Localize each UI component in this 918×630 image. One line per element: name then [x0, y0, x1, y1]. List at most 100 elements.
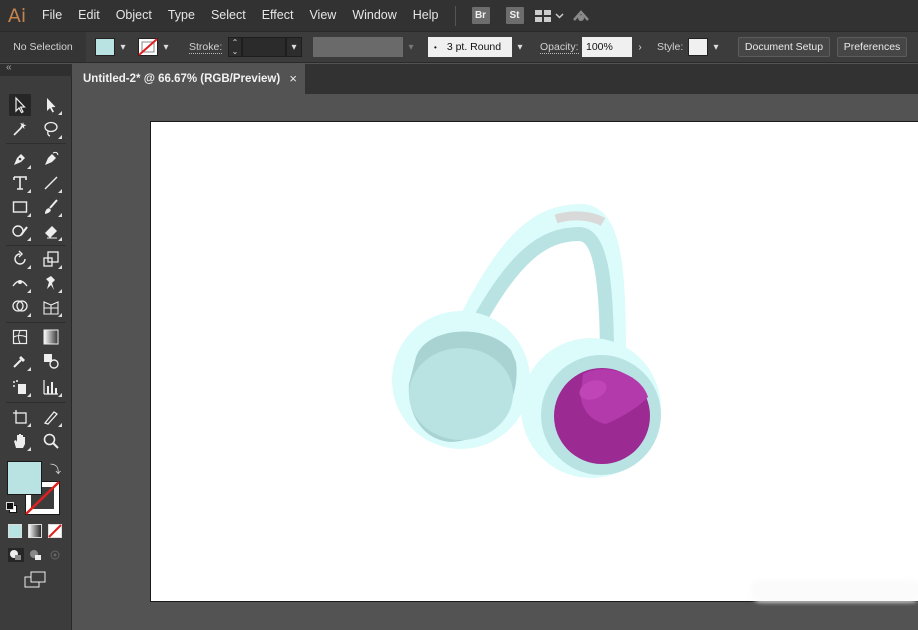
eraser-tool[interactable] [40, 220, 62, 242]
swap-fill-stroke-icon[interactable]: ⤵ [50, 461, 61, 477]
menu-bar: Ai File Edit Object Type Select Effect V… [0, 0, 918, 31]
gradient-tool[interactable] [40, 326, 62, 348]
artboard-tool[interactable] [9, 406, 31, 428]
lasso-tool[interactable] [40, 118, 62, 140]
chevron-right-icon[interactable]: › [632, 37, 648, 57]
graphic-style-control[interactable]: ▾ [688, 32, 724, 62]
stroke-swatch-control[interactable]: ▾ [138, 32, 174, 62]
rotate-tool[interactable] [9, 248, 31, 270]
selection-status-text: No Selection [13, 41, 73, 53]
perspective-grid-tool[interactable] [40, 296, 62, 318]
document-tab-strip: Untitled-2* @ 66.67% (RGB/Preview) × [73, 64, 918, 94]
chevron-down-icon[interactable] [554, 0, 566, 31]
chevron-down-icon[interactable]: ▾ [286, 37, 302, 57]
stroke-label-wrap: Stroke: [189, 32, 223, 62]
default-fill-stroke-icon[interactable] [6, 502, 17, 513]
watermark-overlay [751, 580, 918, 602]
style-label-wrap: Style: [657, 32, 683, 62]
menu-type[interactable]: Type [160, 0, 203, 31]
type-tool[interactable] [9, 172, 31, 194]
gpu-performance-icon[interactable] [566, 0, 596, 31]
stroke-label[interactable]: Stroke: [189, 41, 223, 54]
preferences-button[interactable]: Preferences [837, 37, 907, 57]
shaper-tool[interactable] [9, 220, 31, 242]
control-bar: No Selection ▾ ▾ Stroke: ⌃ ⌄ ▾ ▾ • 3 pt. … [0, 31, 918, 63]
collapse-panel-icon[interactable]: « [6, 62, 12, 73]
draw-behind-icon[interactable] [28, 548, 44, 562]
draw-inside-icon[interactable] [48, 548, 64, 562]
variable-width-profile-field[interactable] [313, 37, 403, 57]
document-setup-button[interactable]: Document Setup [738, 37, 830, 57]
tools-separator [6, 322, 66, 323]
tools-panel-header[interactable]: « [0, 62, 72, 76]
fill-swatch-control[interactable]: ▾ [95, 32, 131, 62]
menu-select[interactable]: Select [203, 0, 254, 31]
menu-object[interactable]: Object [108, 0, 160, 31]
gradient-mode-icon[interactable] [28, 524, 42, 538]
left-ear-cup-pad[interactable] [409, 348, 513, 440]
document-tab-title: Untitled-2* @ 66.67% (RGB/Preview) [83, 73, 281, 85]
brush-definition-field[interactable]: • 3 pt. Round [428, 37, 512, 57]
stroke-none-swatch-icon[interactable] [138, 38, 158, 56]
color-mode-button[interactable] [8, 524, 22, 538]
chevron-down-icon[interactable]: ▾ [512, 37, 528, 57]
document-setup-wrap: Document Setup [738, 32, 830, 62]
brush-dot-icon: • [434, 42, 437, 52]
symbol-sprayer-tool[interactable] [9, 376, 31, 398]
graphic-style-swatch[interactable] [688, 38, 708, 56]
mesh-tool[interactable] [9, 326, 31, 348]
blend-tool[interactable] [40, 350, 62, 372]
chevron-down-icon[interactable]: ▾ [708, 37, 724, 57]
scale-tool[interactable] [40, 248, 62, 270]
document-tab[interactable]: Untitled-2* @ 66.67% (RGB/Preview) × [73, 64, 305, 94]
menu-effect[interactable]: Effect [254, 0, 302, 31]
artboard[interactable] [150, 121, 918, 602]
close-icon[interactable]: × [289, 71, 297, 86]
style-label: Style: [657, 41, 684, 53]
headphones-artwork[interactable] [151, 122, 918, 603]
chevron-down-icon[interactable]: ▾ [158, 37, 174, 57]
workspace-layout-icon[interactable] [532, 0, 554, 31]
hand-tool[interactable] [9, 430, 31, 452]
menu-file[interactable]: File [34, 0, 70, 31]
zoom-tool[interactable] [40, 430, 62, 452]
paintbrush-tool[interactable] [40, 196, 62, 218]
screen-mode-icon[interactable] [24, 571, 48, 589]
rectangle-tool[interactable] [9, 196, 31, 218]
eyedropper-tool[interactable] [9, 350, 31, 372]
opacity-control[interactable]: 100% › [582, 32, 648, 62]
pen-tool[interactable] [9, 148, 31, 170]
fill-swatch[interactable] [95, 38, 115, 56]
tools-separator [6, 143, 66, 144]
stroke-weight-field[interactable] [242, 37, 286, 57]
bridge-button[interactable]: Br [471, 7, 490, 24]
menu-window[interactable]: Window [344, 0, 404, 31]
menu-edit[interactable]: Edit [70, 0, 108, 31]
curvature-tool[interactable] [40, 148, 62, 170]
width-tool[interactable] [9, 272, 31, 294]
draw-normal-icon[interactable] [8, 548, 24, 562]
magic-wand-tool[interactable] [9, 118, 31, 140]
chevron-down-icon[interactable]: ▾ [403, 37, 419, 57]
brush-definition-control[interactable]: • 3 pt. Round ▾ [428, 32, 528, 62]
variable-width-control[interactable]: ▾ [313, 32, 419, 62]
stock-button[interactable]: St [505, 7, 524, 24]
line-segment-tool[interactable] [40, 172, 62, 194]
shape-builder-tool[interactable] [9, 296, 31, 318]
fill-color-swatch-front[interactable] [7, 461, 42, 495]
direct-selection-tool[interactable] [40, 94, 62, 116]
stroke-weight-control[interactable]: ⌃ ⌄ ▾ [228, 32, 302, 62]
opacity-label[interactable]: Opacity: [540, 41, 579, 54]
stroke-stepper-icon[interactable]: ⌃ ⌄ [228, 37, 242, 57]
none-mode-icon[interactable] [48, 524, 62, 538]
menu-view[interactable]: View [301, 0, 344, 31]
slice-tool[interactable] [40, 406, 62, 428]
puppet-warp-tool[interactable] [40, 272, 62, 294]
tools-separator [6, 402, 66, 403]
opacity-field[interactable]: 100% [582, 37, 632, 57]
menu-help[interactable]: Help [405, 0, 447, 31]
column-graph-tool[interactable] [40, 376, 62, 398]
canvas-area[interactable] [73, 94, 918, 630]
selection-tool[interactable] [9, 94, 31, 116]
chevron-down-icon[interactable]: ▾ [115, 37, 131, 57]
